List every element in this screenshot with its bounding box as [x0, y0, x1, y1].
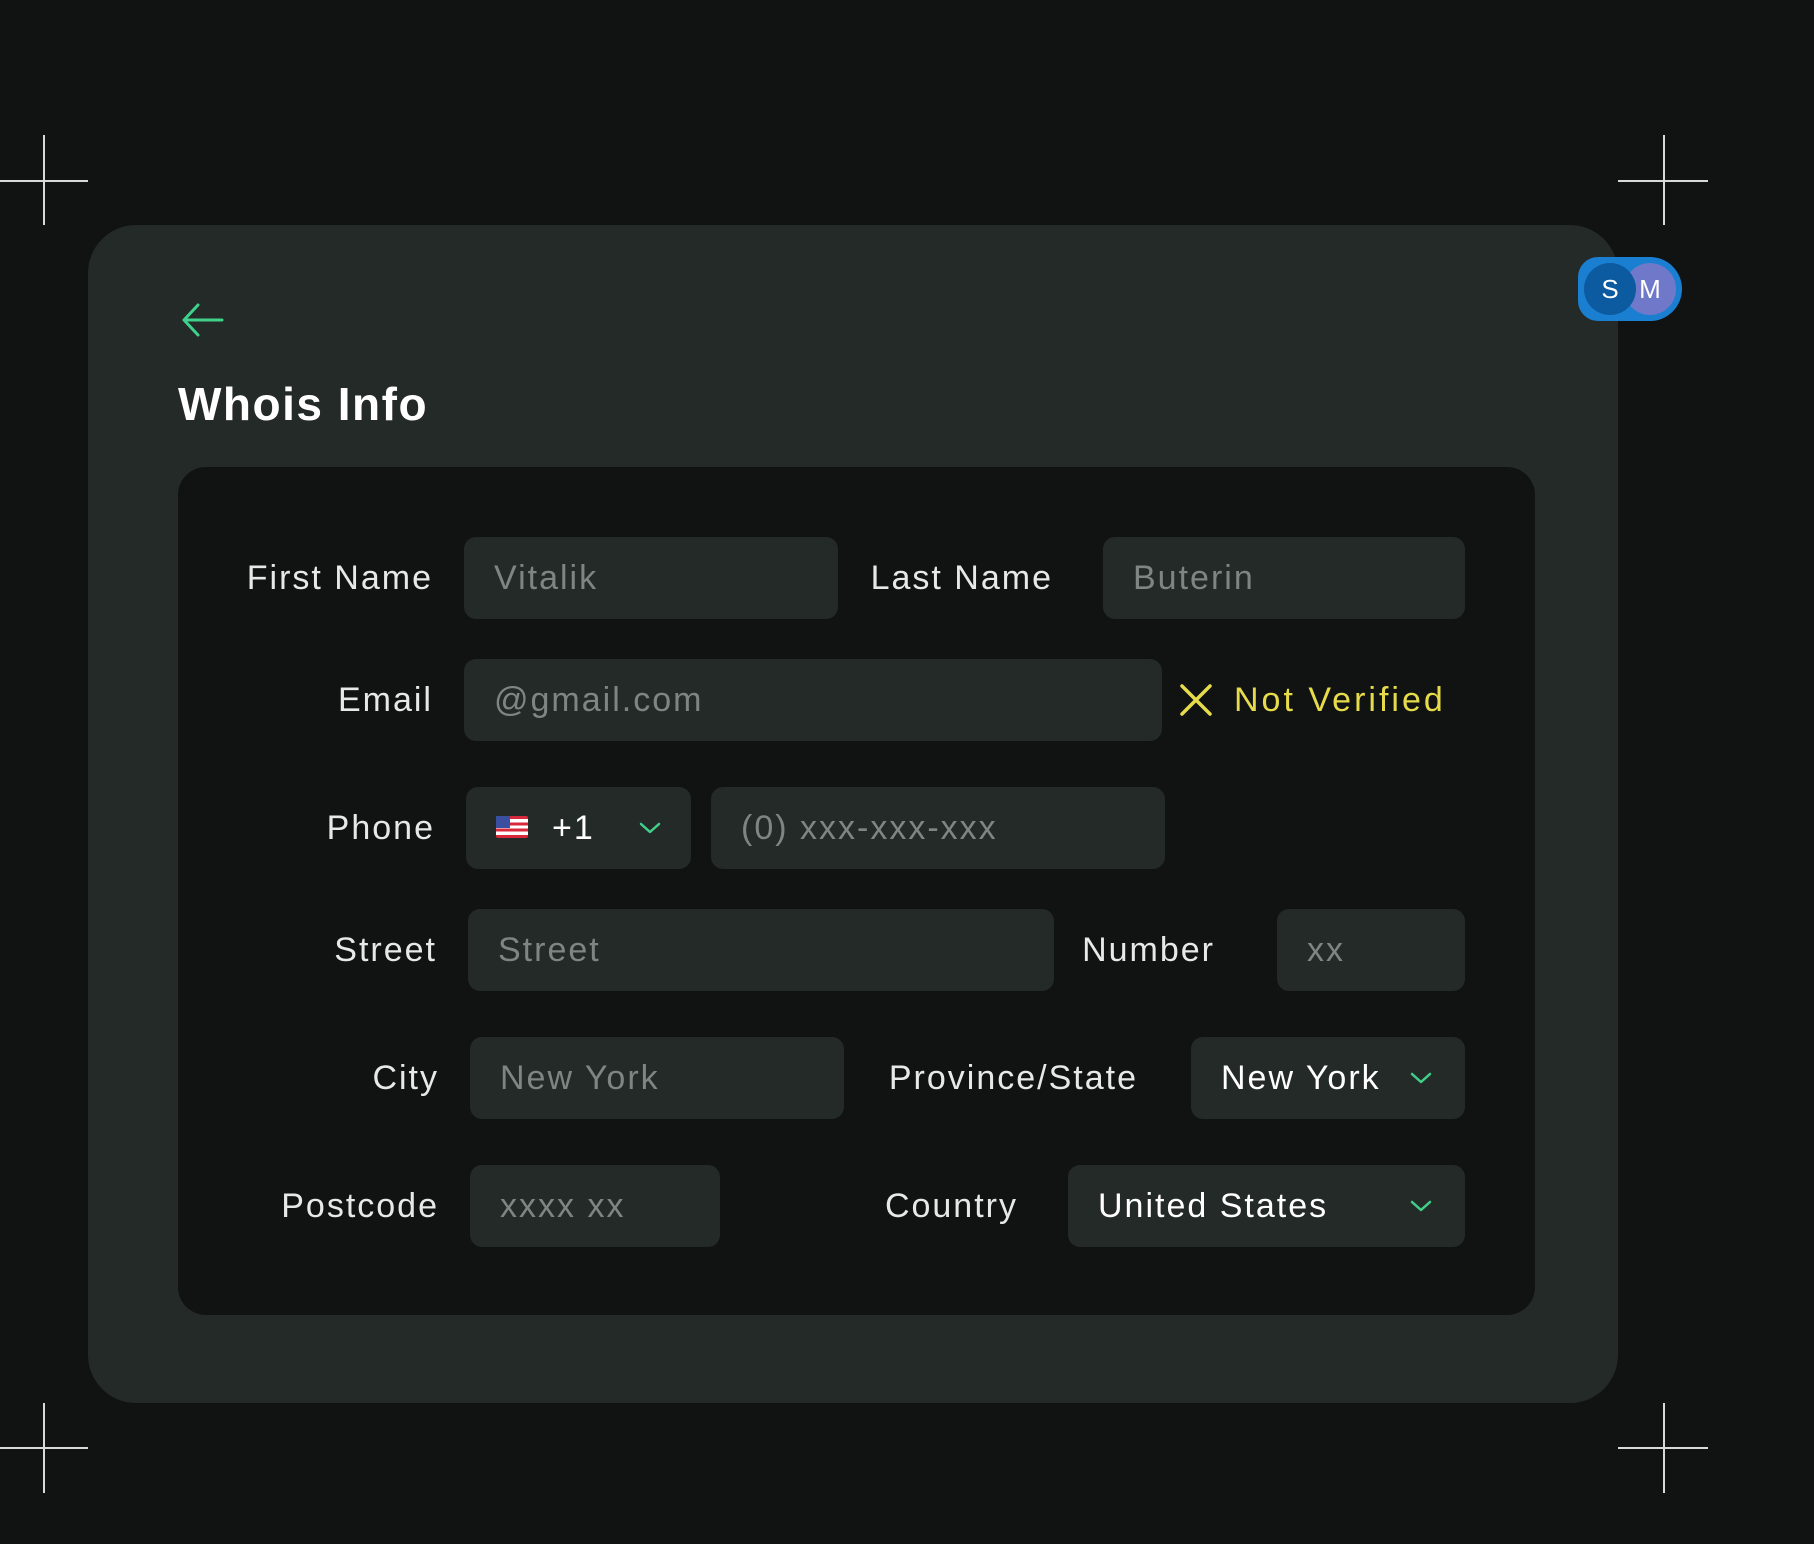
number-label: Number	[1082, 931, 1215, 969]
email-field[interactable]: @gmail.com	[464, 659, 1162, 741]
country-value: United States	[1098, 1187, 1329, 1225]
phone-number-field[interactable]: (0) xxx-xxx-xxx	[711, 787, 1165, 869]
province-label: Province/State	[888, 1059, 1138, 1097]
postcode-field[interactable]: xxxx xx	[470, 1165, 720, 1247]
whois-form: First Name Vitalik Last Name Buterin Ema…	[178, 467, 1535, 1315]
phone-label: Phone	[326, 809, 435, 847]
chevron-down-icon	[1410, 1072, 1432, 1084]
province-select[interactable]: New York	[1191, 1037, 1465, 1119]
province-value: New York	[1221, 1059, 1381, 1097]
country-label: Country	[884, 1187, 1018, 1225]
city-field[interactable]: New York	[470, 1037, 844, 1119]
email-verification-status: Not Verified	[1178, 659, 1446, 741]
street-field[interactable]: Street	[468, 909, 1054, 991]
country-select[interactable]: United States	[1068, 1165, 1465, 1247]
country-code-select[interactable]: +1	[466, 787, 691, 869]
first-name-field[interactable]: Vitalik	[464, 537, 838, 619]
country-code-value: +1	[552, 809, 595, 847]
last-name-label: Last Name	[870, 559, 1053, 597]
whois-card: Whois Info First Name Vitalik Last Name …	[88, 225, 1618, 1403]
avatar[interactable]: S	[1584, 263, 1636, 315]
collaborator-avatars[interactable]: S M	[1578, 257, 1682, 321]
back-button[interactable]	[178, 295, 228, 345]
chevron-down-icon	[639, 822, 661, 834]
street-label: Street	[334, 931, 437, 969]
chevron-down-icon	[1410, 1200, 1432, 1212]
email-label: Email	[337, 681, 433, 719]
postcode-label: Postcode	[281, 1187, 439, 1225]
number-field[interactable]: xx	[1277, 909, 1465, 991]
page-title: Whois Info	[178, 378, 429, 430]
x-icon	[1180, 684, 1212, 716]
last-name-field[interactable]: Buterin	[1103, 537, 1465, 619]
verification-status-text: Not Verified	[1234, 680, 1446, 719]
us-flag-icon	[496, 816, 528, 839]
arrow-left-icon	[182, 303, 224, 337]
city-label: City	[372, 1059, 439, 1097]
first-name-label: First Name	[246, 559, 433, 597]
